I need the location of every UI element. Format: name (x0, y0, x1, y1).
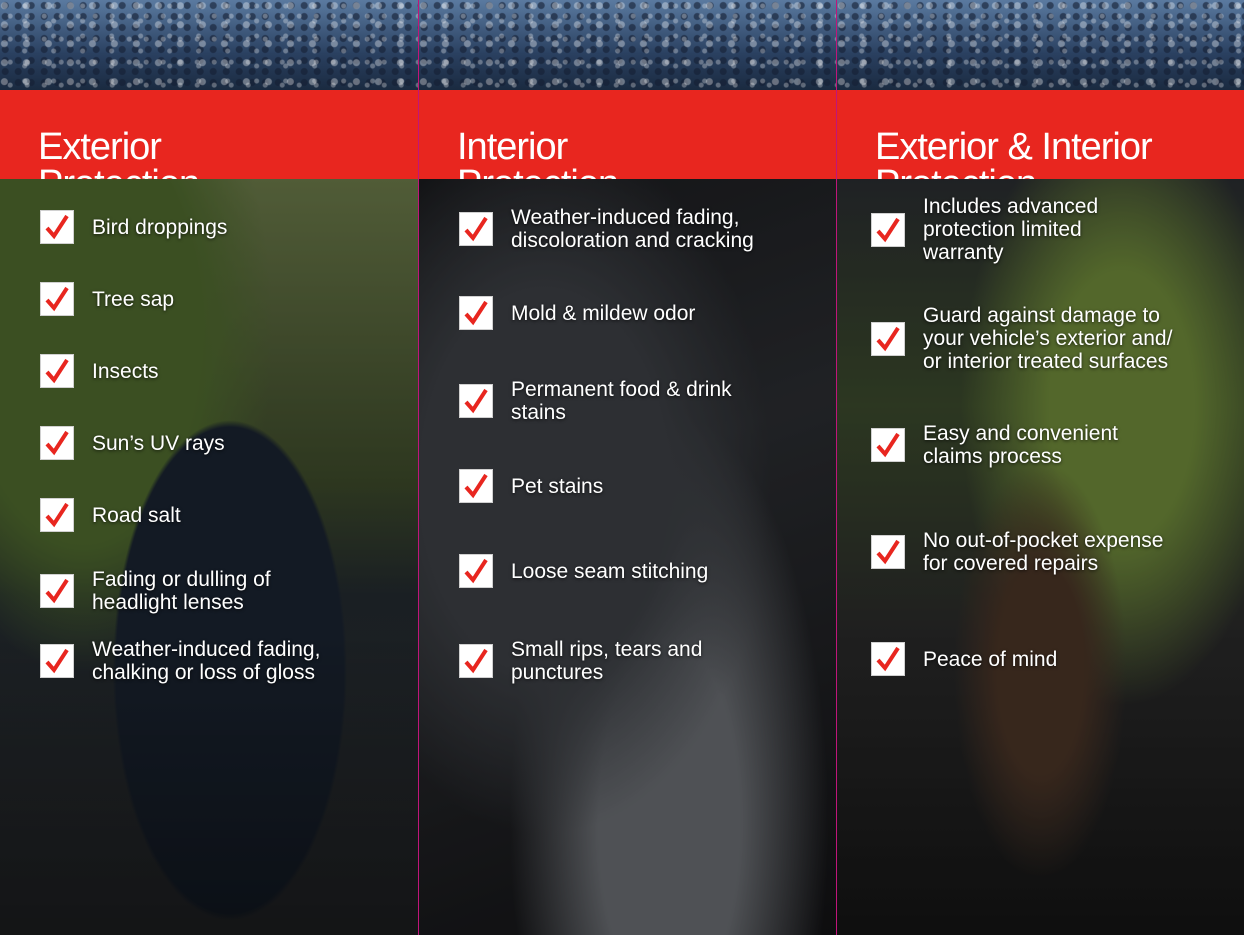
checkmark-icon (871, 212, 905, 247)
checkmark-icon (40, 498, 74, 532)
list-item: Sun’s UV rays (40, 426, 225, 460)
item-label: Peace of mind (923, 647, 1058, 671)
checkmark-icon (871, 642, 905, 676)
item-label: Weather-induced fading, chalking or loss … (92, 638, 321, 684)
panel-header: Exterior & Interior Protection (837, 90, 1244, 203)
item-label: Permanent food & drink stains (511, 378, 732, 424)
exterior-protection-panel: Exterior Protection Bird droppings Tree … (0, 0, 418, 935)
feature-list: Bird droppings Tree sap Insects Sun’s UV… (0, 179, 418, 935)
feature-list: Weather-induced fading, discoloration and… (419, 179, 836, 935)
item-label: Bird droppings (92, 215, 228, 239)
item-label: Insects (92, 359, 159, 383)
list-item: No out-of-pocket expense for covered repa… (871, 529, 1163, 575)
item-label: No out-of-pocket expense for covered repa… (923, 529, 1164, 575)
panel-header: Exterior Protection (0, 90, 418, 203)
checkmark-icon (459, 296, 493, 330)
interior-protection-panel: Interior Protection Weather-induced fadi… (418, 0, 836, 935)
list-item: Small rips, tears and punctures (459, 638, 702, 684)
list-item: Mold & mildew odor (459, 296, 695, 330)
brochure: Exterior Protection Bird droppings Tree … (0, 0, 1244, 935)
item-label: Tree sap (92, 287, 175, 311)
list-item: Fading or dulling of headlight lenses (40, 568, 271, 614)
checkmark-icon (459, 469, 493, 503)
list-item: Loose seam stitching (459, 554, 708, 588)
checkmark-icon (40, 574, 74, 608)
list-item: Weather-induced fading, chalking or loss … (40, 638, 320, 684)
title-line: Interior (457, 125, 568, 168)
list-item: Pet stains (459, 469, 603, 503)
item-label: Weather-induced fading, discoloration and… (511, 206, 754, 252)
item-label: Pet stains (511, 474, 604, 498)
item-label: Guard against damage to your vehicle’s ex… (923, 304, 1173, 373)
list-item: Permanent food & drink stains (459, 378, 732, 424)
checkmark-icon (871, 535, 905, 569)
item-label: Loose seam stitching (511, 559, 709, 583)
item-label: Fading or dulling of headlight lenses (92, 568, 271, 614)
exterior-interior-protection-panel: Exterior & Interior Protection Includes … (836, 0, 1244, 935)
list-item: Road salt (40, 498, 181, 532)
list-item: Guard against damage to your vehicle’s ex… (871, 304, 1172, 373)
checkmark-icon (40, 354, 74, 388)
list-item: Includes advanced protection limited warra… (871, 195, 1098, 264)
water-droplets-image (837, 0, 1244, 90)
panel-header: Interior Protection (419, 90, 836, 203)
list-item: Tree sap (40, 282, 174, 316)
list-item: Bird droppings (40, 210, 227, 244)
water-droplets-image (0, 0, 418, 90)
checkmark-icon (40, 282, 74, 316)
item-label: Sun’s UV rays (92, 431, 225, 455)
checkmark-icon (459, 644, 493, 678)
checkmark-icon (459, 554, 493, 588)
checkmark-icon (459, 384, 493, 418)
checkmark-icon (40, 210, 74, 244)
checkmark-icon (871, 428, 905, 462)
list-item: Peace of mind (871, 642, 1057, 676)
title-line: Exterior & Interior (875, 125, 1153, 168)
item-label: Small rips, tears and punctures (511, 638, 703, 684)
checkmark-icon (459, 212, 493, 246)
feature-list: Includes advanced protection limited warra… (837, 179, 1244, 935)
list-item: Weather-induced fading, discoloration and… (459, 206, 754, 252)
title-line: Exterior (38, 125, 162, 168)
list-item: Insects (40, 354, 159, 388)
item-label: Road salt (92, 503, 181, 527)
item-label: Easy and convenient claims process (923, 422, 1118, 468)
item-label: Mold & mildew odor (511, 301, 696, 325)
checkmark-icon (40, 644, 74, 678)
list-item: Easy and convenient claims process (871, 422, 1118, 468)
water-droplets-image (419, 0, 836, 90)
checkmark-icon (40, 426, 74, 460)
checkmark-icon (871, 321, 905, 356)
item-label: Includes advanced protection limited warra… (923, 195, 1099, 264)
